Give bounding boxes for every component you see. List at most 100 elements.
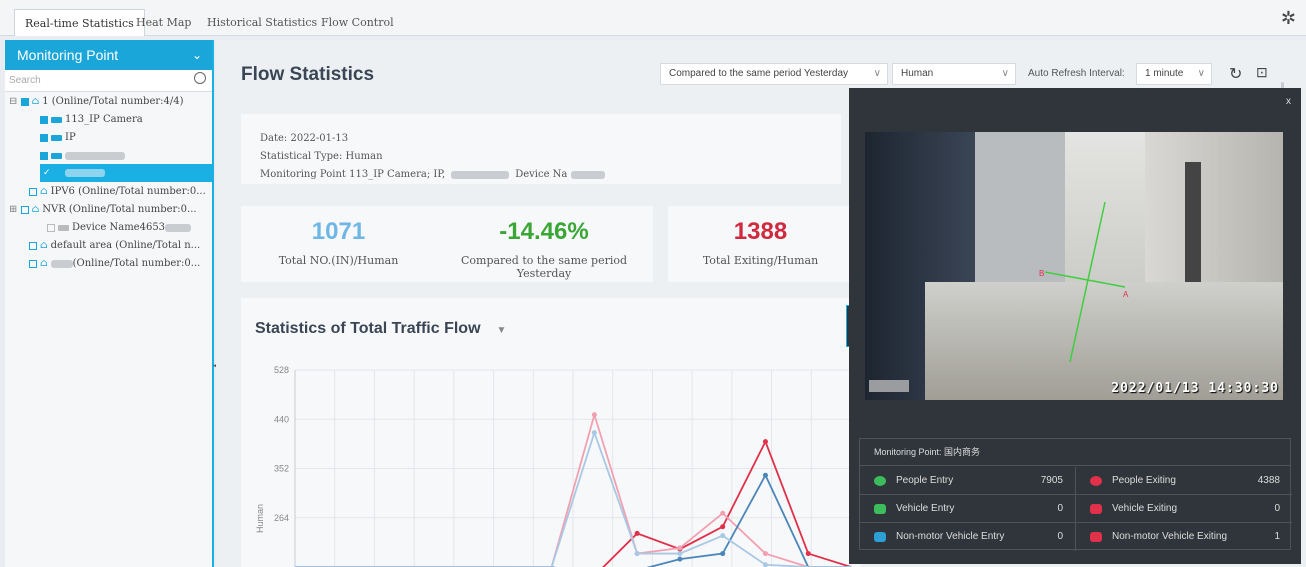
data-point [762, 439, 768, 445]
data-point [720, 533, 726, 539]
bicycle-exiting-icon [1090, 532, 1102, 542]
close-icon[interactable]: x [1286, 96, 1291, 107]
vehicle-entry-row: Vehicle Entry 0 [860, 495, 1076, 523]
info-type: Statistical Type: Human [260, 151, 383, 162]
page-title: Flow Statistics [241, 64, 375, 85]
monitoring-point-label: Monitoring Point: 国内商务 [860, 439, 1290, 466]
non-motor-entry-row: Non-motor Vehicle Entry 0 [860, 523, 1076, 551]
chevron-down-icon: ∨ [873, 68, 881, 79]
total-exit-label: Total Exiting/Human [702, 254, 819, 267]
info-monitoring-point: Monitoring Point 113_IP Camera; IP, Devic… [260, 166, 841, 184]
checkbox[interactable] [20, 205, 29, 214]
data-point [591, 430, 597, 436]
tree-item-camera-3[interactable] [40, 147, 125, 165]
sidebar: Monitoring Point ⌄ Search ⊟ ⌂ 1 (Online/T… [5, 40, 220, 567]
camera-icon [51, 116, 62, 123]
compare-card: -14.46% Compared to the same period Yest… [435, 206, 653, 282]
y-tick-label: 440 [274, 414, 289, 424]
tab-flow-control[interactable]: Flow Control [311, 9, 404, 36]
total-in-label: Total NO.(IN)/Human [278, 254, 399, 267]
home-icon: ⌂ [40, 186, 48, 197]
chevron-down-icon: ∨ [1001, 68, 1009, 79]
tree-item-area-1[interactable]: ⊟ ⌂ 1 (Online/Total number:4/4) [9, 93, 184, 111]
compare-value: -14.46% [499, 218, 589, 245]
type-select[interactable]: Human ∨ [892, 63, 1016, 85]
svg-text:B: B [1039, 269, 1044, 278]
detection-lines: B A [1039, 201, 1129, 363]
compare-select[interactable]: Compared to the same period Yesterday ∨ [660, 63, 888, 85]
redacted-text [65, 151, 125, 160]
y-tick-label: 264 [274, 513, 289, 523]
data-point [591, 412, 597, 418]
info-date: Date: 2022-01-13 [260, 133, 349, 144]
checkbox[interactable] [47, 223, 55, 232]
tree-item-default-area[interactable]: ⌂ default area (Online/Total n... [29, 237, 200, 255]
refresh-interval-select[interactable]: 1 minute ∨ [1136, 63, 1212, 85]
svg-text:A: A [1123, 290, 1129, 299]
vehicle-entry-icon [874, 504, 886, 514]
people-exiting-row: People Exiting 4388 [1076, 467, 1292, 495]
tree-item-area-last[interactable]: ⌂ (Online/Total number:0... [29, 255, 200, 273]
camera-video: B A 2022/01/13 14:30:30 [865, 132, 1283, 400]
tree-item-camera-4[interactable]: ✓ [43, 164, 105, 182]
people-entry-row: People Entry 7905 [860, 467, 1076, 495]
data-point [634, 530, 640, 536]
monitoring-point-header[interactable]: Monitoring Point ⌄ [5, 40, 212, 70]
y-axis-label: Human [255, 504, 265, 533]
camera-icon [51, 134, 62, 141]
search-input[interactable]: Search [5, 70, 212, 92]
checkbox[interactable] [40, 115, 48, 124]
tree-item-ip[interactable]: IP [40, 129, 76, 147]
total-in-value: 1071 [311, 218, 366, 245]
search-placeholder: Search [9, 75, 41, 86]
tree-item-ipv6[interactable]: ⌂ IPV6 (Online/Total number:0... [29, 183, 206, 201]
live-view-popup: x B A 2022/01/13 14:30:30 Monitoring Poi… [849, 88, 1301, 564]
redacted-text [165, 223, 192, 232]
data-point [762, 472, 768, 478]
home-icon: ⌂ [40, 258, 48, 269]
checkbox[interactable] [29, 259, 37, 268]
tab-heat-map[interactable]: Heat Map [126, 9, 201, 36]
camera-icon [51, 152, 62, 159]
home-icon: ⌂ [31, 204, 40, 215]
checkbox[interactable] [40, 133, 48, 142]
redacted-text [571, 170, 606, 179]
people-exiting-icon [1090, 476, 1102, 486]
redacted-text [50, 259, 73, 268]
vehicle-exiting-icon [1090, 504, 1102, 514]
data-point [762, 551, 768, 557]
y-tick-label: 352 [274, 464, 289, 474]
checkbox[interactable] [29, 187, 37, 196]
info-box: Date: 2022-01-13 Statistical Type: Human… [241, 114, 841, 184]
redacted-text [64, 168, 105, 177]
check-icon: ✓ [43, 168, 51, 178]
tree-item-113-ip-camera[interactable]: 113_IP Camera [40, 111, 143, 129]
checkbox[interactable] [20, 97, 29, 106]
stats-table: Monitoring Point: 国内商务 People Entry 7905 … [859, 438, 1292, 551]
video-timestamp: 2022/01/13 14:30:30 [1111, 381, 1279, 396]
checkbox[interactable] [29, 241, 37, 250]
export-icon[interactable]: ⊡ [1256, 64, 1268, 81]
non-motor-exiting-row: Non-motor Vehicle Exiting 1 [1076, 523, 1292, 551]
top-tab-bar: Real-time Statistics Heat Map Historical… [0, 0, 1306, 36]
line-chart: 528 440 352 264 Human [255, 365, 852, 567]
traffic-chart: Statistics of Total Traffic Flow ▼ 528 440… [241, 298, 861, 567]
total-exit-card: 1388 Total Exiting/Human [668, 206, 853, 282]
data-point [677, 551, 683, 557]
search-icon[interactable] [194, 72, 206, 84]
tree-item-device-name[interactable]: Device Name4653 [47, 219, 192, 237]
data-point [720, 524, 726, 530]
refresh-icon[interactable]: ↻ [1229, 64, 1242, 84]
data-point [805, 551, 811, 557]
chevron-down-icon: ∨ [1197, 68, 1205, 79]
tab-historical-statistics[interactable]: Historical Statistics [197, 9, 327, 36]
camera-icon [58, 224, 69, 231]
total-in-card: 1071 Total NO.(IN)/Human [241, 206, 436, 282]
home-icon: ⌂ [31, 96, 40, 107]
chevron-down-icon[interactable]: ⌄ [192, 40, 202, 70]
checkbox[interactable] [40, 151, 48, 160]
data-point [634, 551, 640, 557]
bicycle-entry-icon [874, 532, 886, 542]
tree-item-nvr[interactable]: ⊞ ⌂ NVR (Online/Total number:0... [9, 201, 197, 219]
gear-icon[interactable]: ✲ [1281, 8, 1296, 29]
